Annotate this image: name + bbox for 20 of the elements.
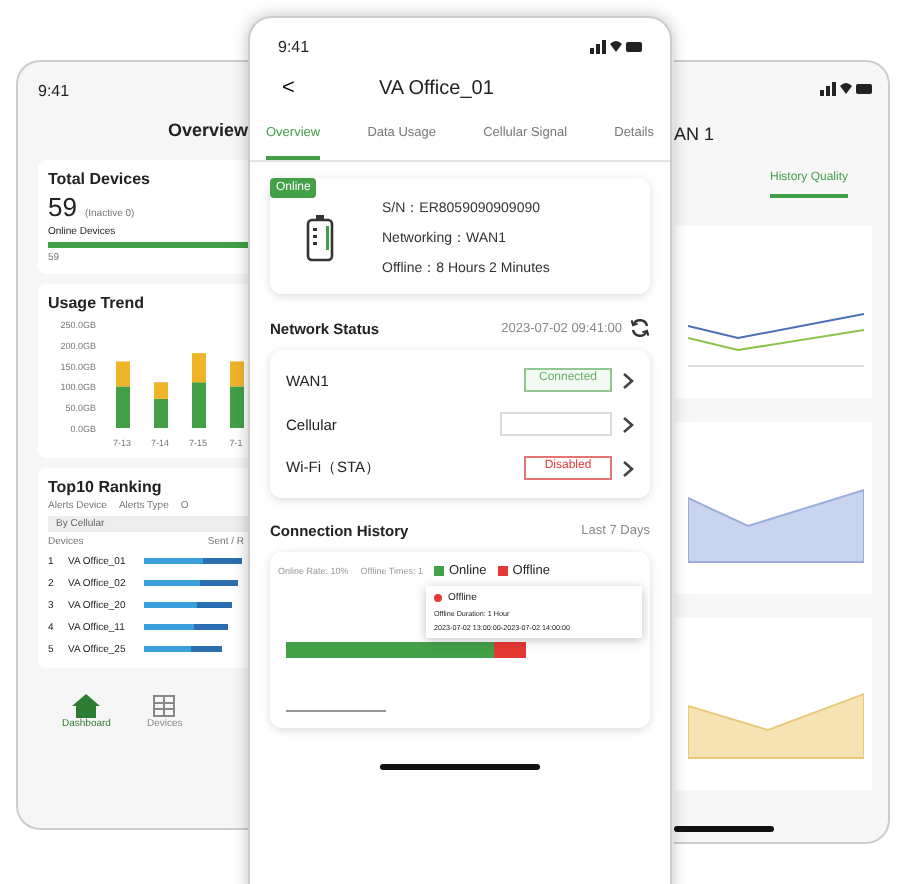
status-time: 9:41 (278, 38, 310, 56)
chevron-icon (622, 415, 634, 433)
router-icon (306, 214, 334, 262)
screen-title: VA Office_01 (378, 77, 494, 99)
screen-title: AN 1 (674, 124, 717, 144)
chevron-icon (622, 459, 634, 477)
status-dot-icon (434, 594, 442, 602)
refresh-icon[interactable] (630, 318, 650, 338)
screen-title: Overview (167, 120, 248, 140)
back-button[interactable]: < (270, 76, 307, 100)
status-icons (590, 40, 642, 54)
status-icons (820, 82, 872, 96)
card-title: Total Devices (48, 170, 152, 188)
card-title: Top10 Ranking (48, 478, 164, 496)
card-title: Usage Trend (48, 294, 147, 312)
device-count: 59 (48, 192, 77, 222)
chevron-icon (622, 371, 634, 389)
status-time: 9:41 (38, 82, 72, 100)
home-icon (72, 694, 101, 718)
grid-icon (152, 694, 177, 718)
